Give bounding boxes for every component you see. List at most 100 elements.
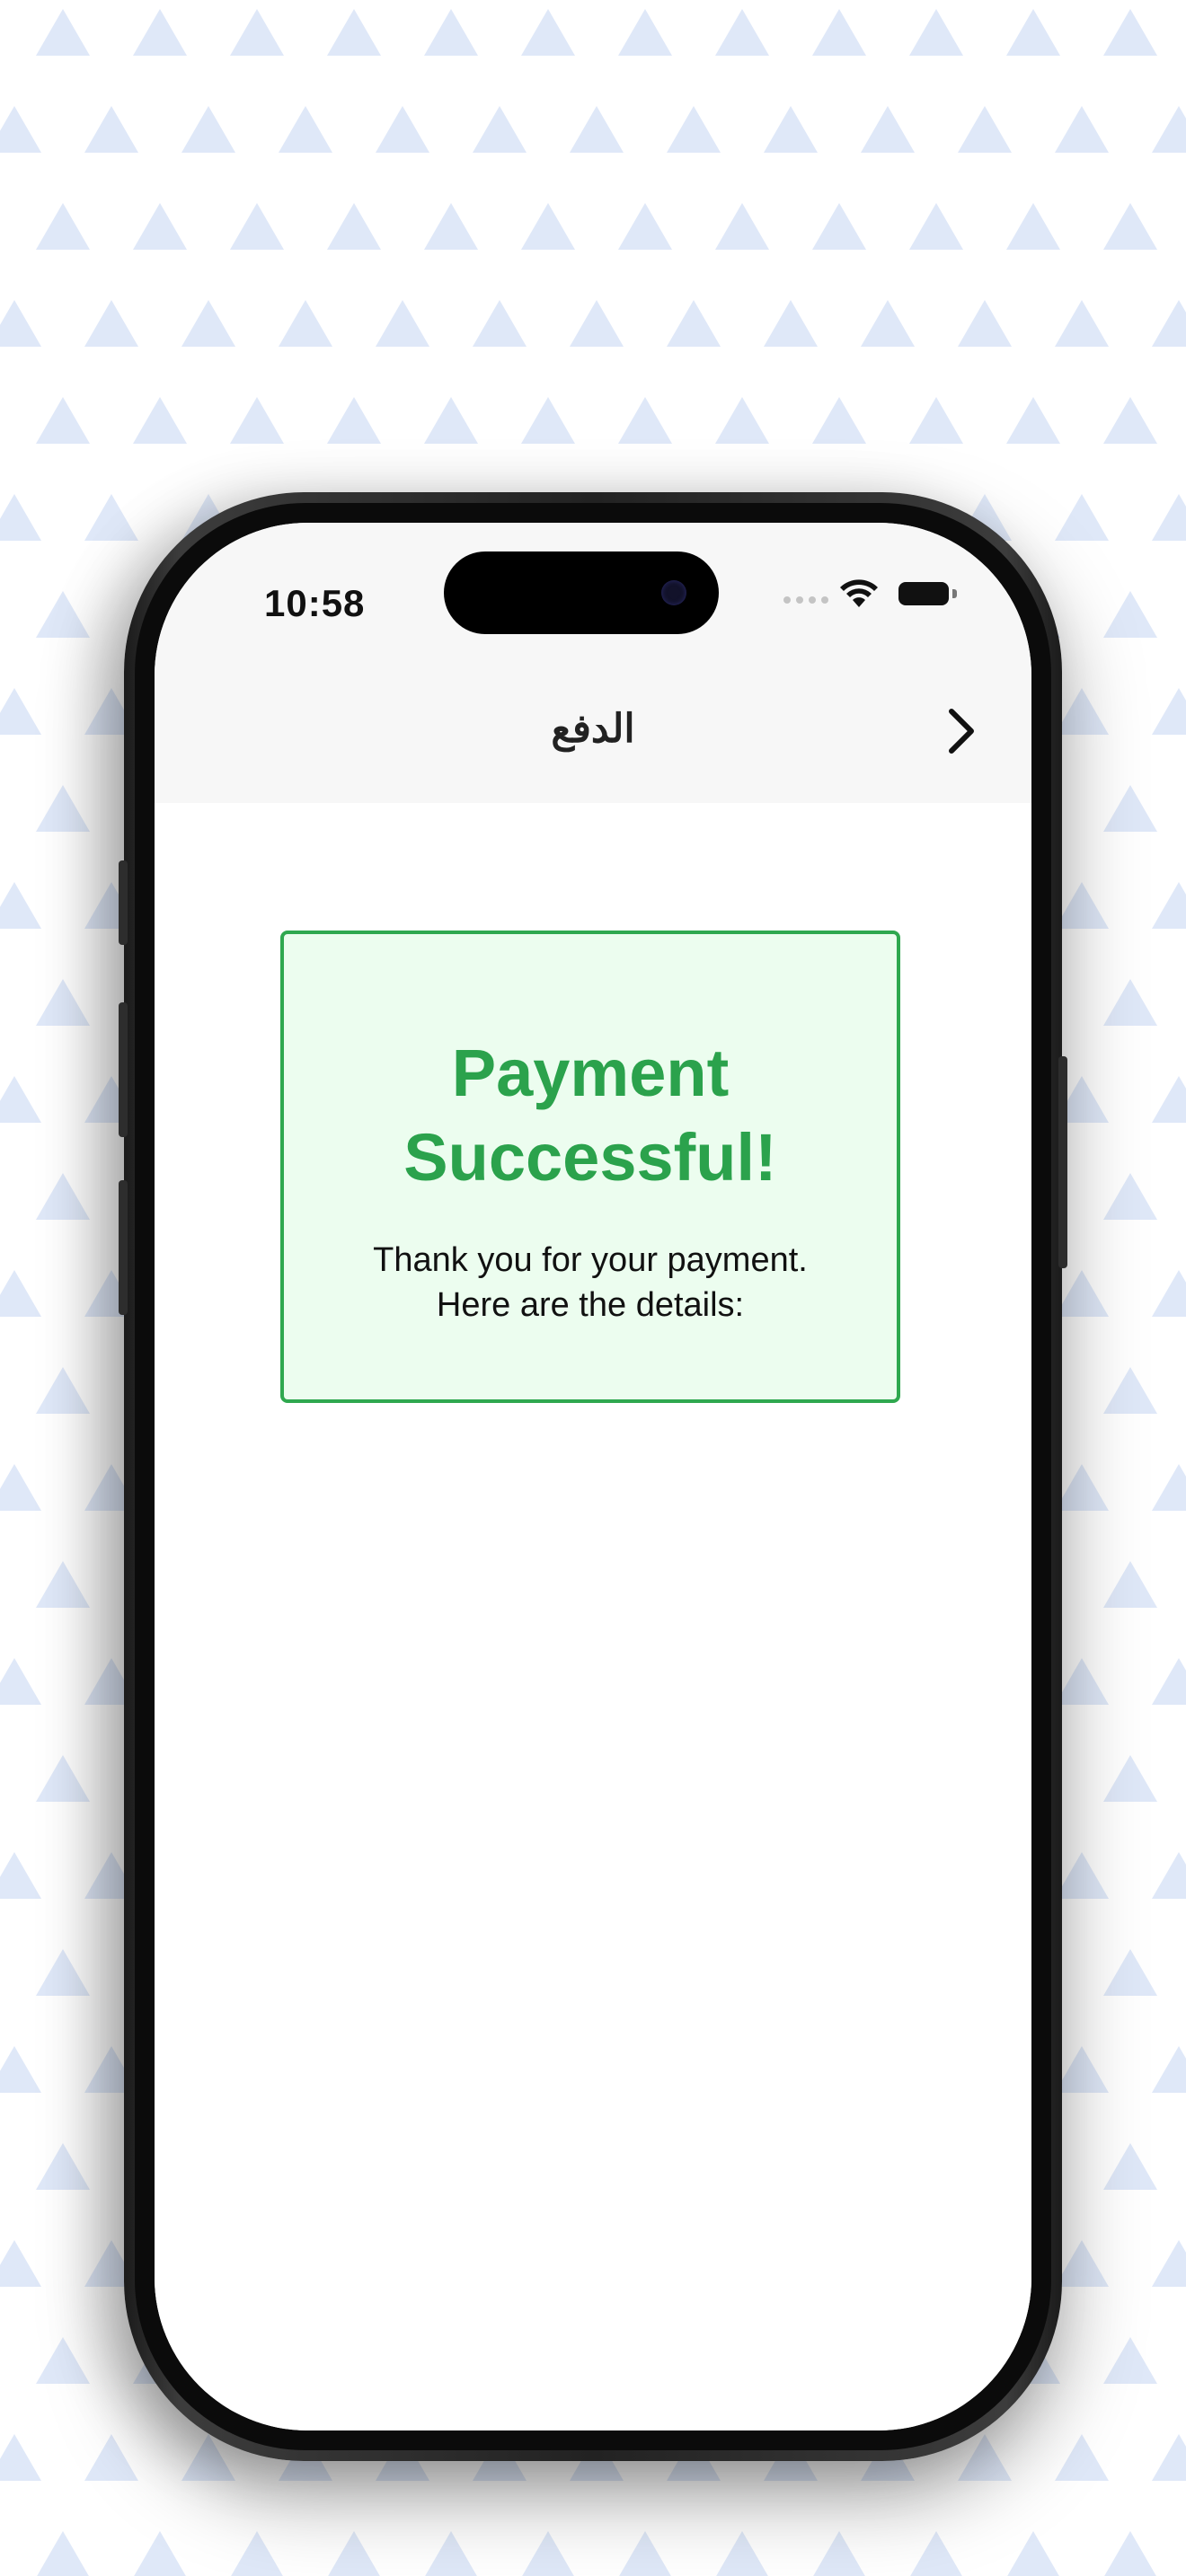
pattern-triangle — [909, 203, 963, 250]
volume-up-button — [119, 1002, 128, 1137]
pattern-triangle — [521, 203, 575, 250]
status-bar: 10:58 — [155, 523, 1031, 666]
wifi-icon — [840, 579, 878, 607]
pattern-triangle — [327, 397, 381, 444]
pattern-triangle — [1103, 203, 1157, 250]
pattern-triangle — [1006, 203, 1060, 250]
pattern-triangle — [84, 300, 138, 347]
pattern-triangle — [1103, 785, 1157, 832]
pattern-triangle — [910, 2531, 962, 2576]
pattern-triangle — [0, 2240, 41, 2287]
pattern-triangle — [36, 2143, 90, 2190]
pattern-triangle — [84, 106, 138, 153]
pattern-triangle — [570, 106, 624, 153]
pattern-triangle — [279, 300, 332, 347]
pattern-triangle — [0, 688, 41, 735]
pattern-triangle — [1152, 1270, 1186, 1317]
pattern-triangle — [37, 2531, 89, 2576]
pattern-triangle — [618, 397, 672, 444]
pattern-triangle — [1103, 1755, 1157, 1802]
pattern-triangle — [473, 106, 527, 153]
pattern-triangle — [1055, 1658, 1109, 1705]
pattern-triangle — [0, 300, 41, 347]
pattern-triangle — [861, 300, 915, 347]
pattern-triangle — [1007, 2531, 1059, 2576]
pattern-triangle — [0, 1270, 41, 1317]
battery-icon — [898, 582, 949, 605]
success-title-line-1: Payment — [451, 1036, 730, 1110]
pattern-triangle — [667, 106, 721, 153]
status-time: 10:58 — [264, 582, 366, 624]
pattern-triangle — [181, 300, 235, 347]
pattern-triangle — [570, 300, 624, 347]
pattern-triangle — [618, 9, 672, 56]
pattern-triangle — [133, 9, 187, 56]
pattern-triangle — [619, 2531, 671, 2576]
pattern-triangle — [36, 2337, 90, 2384]
back-button[interactable] — [936, 702, 987, 760]
pattern-triangle — [0, 1852, 41, 1899]
pattern-triangle — [958, 2434, 1012, 2481]
pattern-triangle — [134, 2531, 186, 2576]
pattern-triangle — [36, 1173, 90, 1220]
pattern-triangle — [909, 9, 963, 56]
pattern-triangle — [279, 106, 332, 153]
pattern-triangle — [36, 1367, 90, 1414]
battery-tip — [952, 589, 957, 598]
pattern-triangle — [1055, 1852, 1109, 1899]
pattern-triangle — [0, 494, 41, 541]
pattern-triangle — [1152, 106, 1186, 153]
pattern-triangle — [1055, 106, 1109, 153]
pattern-triangle — [1006, 9, 1060, 56]
pattern-triangle — [812, 9, 866, 56]
pattern-triangle — [1152, 1076, 1186, 1123]
pattern-triangle — [521, 397, 575, 444]
pattern-triangle — [1152, 494, 1186, 541]
pattern-triangle — [376, 300, 429, 347]
pattern-triangle — [1152, 688, 1186, 735]
success-message: Thank you for your payment. Here are the… — [284, 1238, 897, 1328]
pattern-triangle — [618, 203, 672, 250]
camera-icon — [661, 580, 686, 605]
pattern-triangle — [521, 9, 575, 56]
success-message-line-2: Here are the details: — [436, 1286, 745, 1324]
pattern-triangle — [1103, 9, 1157, 56]
action-button — [119, 860, 128, 945]
pattern-triangle — [36, 397, 90, 444]
dynamic-island — [444, 551, 719, 634]
pattern-triangle — [424, 203, 478, 250]
pattern-triangle — [667, 300, 721, 347]
navigation-bar: الدفع — [155, 666, 1031, 803]
pattern-triangle — [1152, 2434, 1186, 2481]
pattern-triangle — [1152, 300, 1186, 347]
main-content: Payment Successful! Thank you for your p… — [155, 803, 1031, 2430]
pattern-triangle — [36, 591, 90, 638]
pattern-triangle — [1055, 1270, 1109, 1317]
pattern-triangle — [1152, 1464, 1186, 1511]
pattern-triangle — [0, 2046, 41, 2093]
pattern-triangle — [36, 979, 90, 1026]
pattern-triangle — [36, 1561, 90, 1608]
pattern-triangle — [1103, 1173, 1157, 1220]
pattern-triangle — [0, 882, 41, 929]
pattern-triangle — [133, 203, 187, 250]
pattern-triangle — [1103, 591, 1157, 638]
pattern-triangle — [1103, 1367, 1157, 1414]
pattern-triangle — [1103, 2337, 1157, 2384]
pattern-triangle — [958, 106, 1012, 153]
pattern-triangle — [1103, 1561, 1157, 1608]
pattern-triangle — [812, 397, 866, 444]
pattern-triangle — [1152, 1658, 1186, 1705]
pattern-triangle — [715, 397, 769, 444]
pattern-triangle — [473, 300, 527, 347]
chevron-right-icon — [949, 709, 974, 754]
pattern-triangle — [1006, 397, 1060, 444]
pattern-triangle — [1055, 2046, 1109, 2093]
pattern-triangle — [715, 203, 769, 250]
pattern-triangle — [84, 2434, 138, 2481]
pattern-triangle — [36, 9, 90, 56]
pattern-triangle — [861, 106, 915, 153]
success-message-line-1: Thank you for your payment. — [373, 1241, 808, 1279]
pattern-triangle — [36, 785, 90, 832]
page-title: الدفع — [551, 707, 635, 751]
